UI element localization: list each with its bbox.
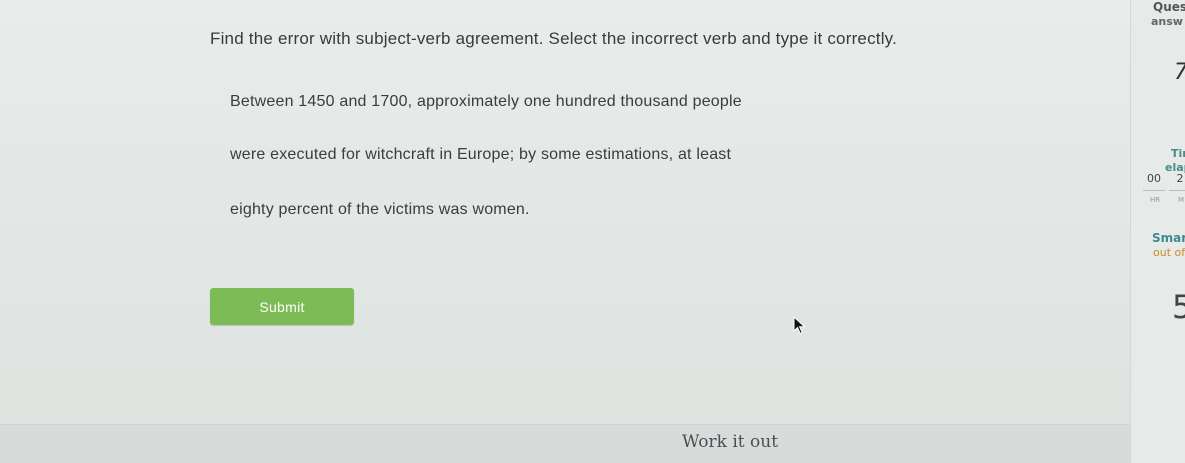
passage-line-1[interactable]: Between 1450 and 1700, approximately one… bbox=[230, 93, 742, 111]
minutes-value: 2 bbox=[1169, 168, 1185, 191]
passage-line-3[interactable]: eighty percent of the victims was women. bbox=[230, 201, 530, 219]
question-instructions: Find the error with subject-verb agreeme… bbox=[210, 29, 898, 48]
submit-button[interactable]: Submit bbox=[210, 288, 354, 325]
smartscore-label: Smar bbox=[1152, 231, 1185, 245]
smartscore-out-of: out of bbox=[1153, 246, 1185, 259]
question-area: Find the error with subject-verb agreeme… bbox=[0, 0, 1130, 463]
progress-sidebar: Quest answ 7 Tir elap 00 2 HR M Smar out… bbox=[1130, 0, 1185, 463]
hours-value: 00 bbox=[1143, 168, 1165, 191]
answered-label: answ bbox=[1151, 15, 1183, 28]
answered-count: 7 bbox=[1174, 60, 1185, 85]
work-it-out-link[interactable]: Work it out bbox=[0, 432, 1130, 452]
time-label: Tir bbox=[1171, 147, 1185, 160]
questions-label: Quest bbox=[1153, 0, 1185, 14]
hours-unit: HR bbox=[1150, 196, 1161, 204]
minutes-unit: M bbox=[1178, 196, 1185, 204]
smartscore-value: 5 bbox=[1172, 288, 1185, 326]
passage-line-2[interactable]: were executed for witchcraft in Europe; … bbox=[230, 146, 731, 164]
